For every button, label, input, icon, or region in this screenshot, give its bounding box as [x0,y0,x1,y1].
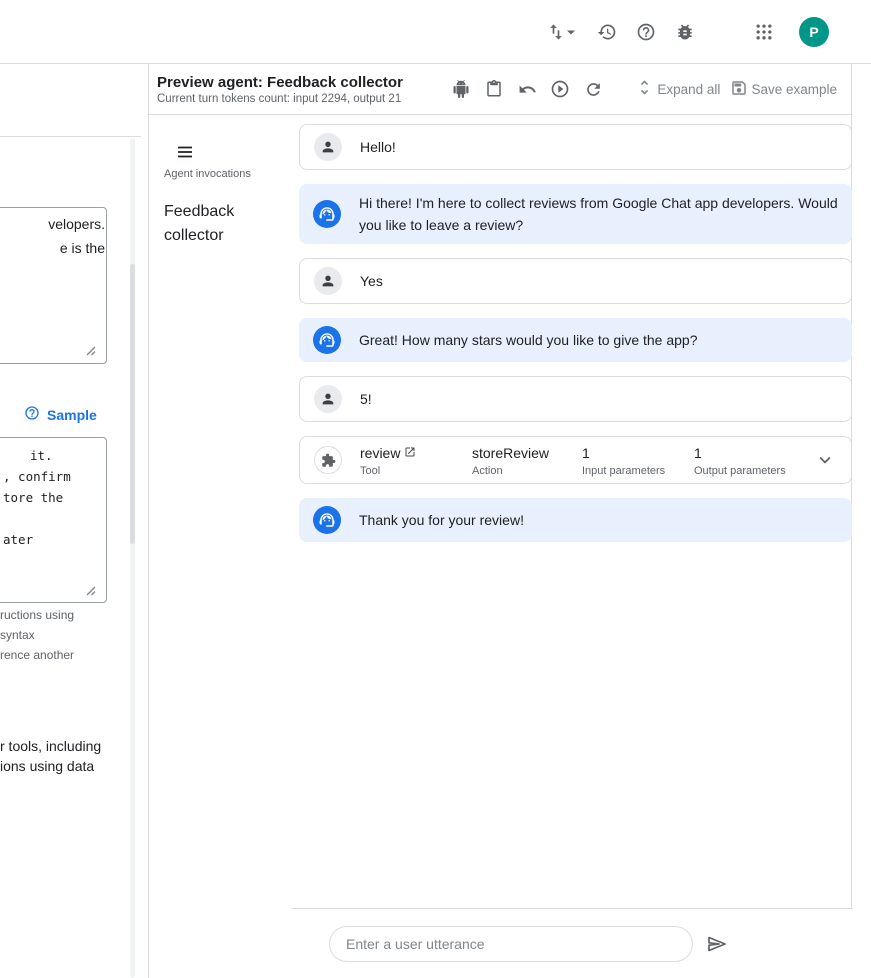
chat-message-agent: Hi there! I'm here to collect reviews fr… [299,184,852,244]
help-icon [24,405,40,424]
token-count-text: Current turn tokens count: input 2294, o… [157,93,403,105]
help-button[interactable] [630,16,662,48]
bug-report-icon [675,22,695,42]
bug-report-button[interactable] [669,16,701,48]
save-example-label: Save example [751,82,837,97]
save-example-button[interactable]: Save example [730,79,837,100]
send-icon [705,932,729,956]
app-window: P velopers. e is the Sample it. , confir… [0,0,871,978]
tool-type-label: Tool [360,465,472,477]
run-icon [550,79,570,99]
message-text: Yes [360,270,383,292]
chat-message-user: Hello! [299,124,852,170]
clipboard-button[interactable] [478,73,510,105]
invocation-item-feedback-collector[interactable]: Feedback collector [164,200,278,248]
unfold-more-icon [635,78,654,100]
tool-icon [314,446,342,474]
instructions-textarea[interactable] [0,437,107,603]
message-text: 5! [360,388,372,410]
agent-avatar-icon [313,326,341,354]
agent-avatar-icon [313,506,341,534]
user-avatar-icon [314,267,342,295]
send-button[interactable] [701,928,733,960]
expand-all-label: Expand all [657,82,720,97]
preview-panel: Preview agent: Feedback collector Curren… [148,64,852,978]
chat-message-user: Yes [299,258,852,304]
apps-grid-icon [754,22,774,42]
composer-bar [291,908,853,978]
message-text: Hi there! I'm here to collect reviews fr… [359,192,838,236]
help-icon [636,22,656,42]
instruction-text-fragment: , confirm [3,469,71,485]
chat-area: Hello! Hi there! I'm here to collect rev… [291,115,853,978]
scrollbar-thumb[interactable] [130,264,135,544]
clipboard-icon [485,80,503,98]
body-text-fragment: r tools, including [0,738,101,754]
instruction-text-fragment: it. [30,448,53,464]
account-avatar[interactable]: P [799,17,829,47]
chevron-down-icon [566,27,576,37]
apps-grid-button[interactable] [748,16,780,48]
expand-all-button[interactable]: Expand all [635,78,720,100]
tool-output-count: 1 [694,444,702,462]
resize-handle-icon[interactable] [84,344,97,360]
utterance-input[interactable] [329,926,693,962]
chat-message-agent: Great! How many stars would you like to … [299,318,852,362]
tool-action-label: Action [472,465,582,477]
goal-text-fragment: velopers. [0,212,105,236]
sample-link[interactable]: Sample [24,405,97,424]
preview-title: Preview agent: Feedback collector [157,73,403,92]
android-button[interactable] [445,73,477,105]
helper-text-fragment: syntax [0,628,35,642]
builder-left-panel: velopers. e is the Sample it. , confirm … [0,64,148,978]
divider [0,136,141,137]
tool-output-label: Output parameters [694,465,809,477]
history-button[interactable] [591,16,623,48]
agent-avatar-icon [313,200,341,228]
helper-text-fragment: ructions using [0,608,74,622]
user-avatar-icon [314,385,342,413]
preview-header: Preview agent: Feedback collector Curren… [149,64,851,115]
swap-vert-button[interactable] [538,16,584,48]
goal-text-fragment: e is the [0,236,105,260]
chevron-down-icon [814,449,836,471]
helper-text-fragment: rence another [0,648,74,662]
resize-handle-icon[interactable] [84,584,97,600]
menu-icon [176,143,194,161]
tool-name: review [360,444,400,462]
swap-vert-icon [546,22,566,42]
message-list: Hello! Hi there! I'm here to collect rev… [291,115,853,908]
user-avatar-icon [314,133,342,161]
tool-invocation-row: review Tool storeReview Action 1 Input p… [299,436,852,484]
body-text-fragment: ions using data [0,758,94,774]
menu-button[interactable] [171,138,199,166]
instruction-text-fragment: ater [3,532,33,548]
expand-tool-row-button[interactable] [809,444,841,476]
save-icon [730,79,748,100]
tool-input-count: 1 [582,444,590,462]
refresh-icon [584,80,603,99]
preview-toolbar: Expand all Save example [445,73,837,105]
message-text: Thank you for your review! [359,509,524,531]
message-text: Great! How many stars would you like to … [359,329,698,351]
tool-action-name: storeReview [472,444,549,462]
undo-button[interactable] [511,73,543,105]
history-icon [597,22,617,42]
tool-input-label: Input parameters [582,465,694,477]
open-in-new-icon[interactable] [404,444,416,462]
undo-icon [518,80,537,99]
refresh-button[interactable] [577,73,609,105]
instruction-text-fragment: tore the [3,490,63,506]
agent-invocations-label: Agent invocations [164,168,251,180]
chat-message-user: 5! [299,376,852,422]
message-text: Hello! [360,136,396,158]
android-icon [452,80,470,98]
sample-label: Sample [47,407,97,423]
global-topbar: P [0,0,871,64]
run-button[interactable] [544,73,576,105]
chat-message-agent: Thank you for your review! [299,498,852,542]
